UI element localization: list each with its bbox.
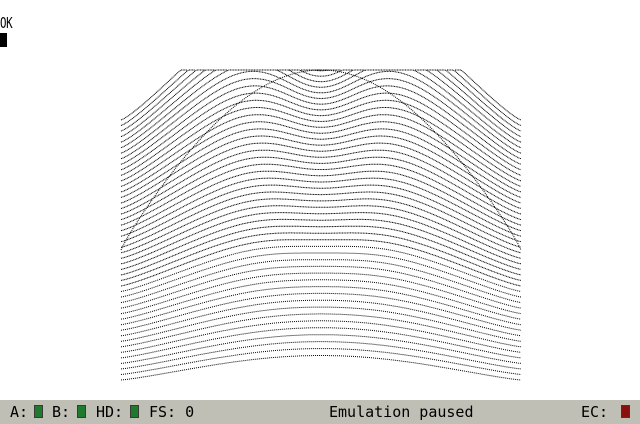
text-cursor: [0, 33, 7, 47]
rec-led-icon: [621, 405, 630, 418]
surface-line: [120, 279, 522, 320]
rec-label: EC:: [581, 403, 609, 421]
surface-line: [120, 265, 522, 309]
surface-plot: [120, 69, 522, 381]
surface-line: [120, 121, 522, 193]
surface-line: [120, 184, 522, 243]
drive-b-led-icon: [77, 405, 86, 418]
surface-line: [120, 327, 522, 359]
surface-line: [120, 149, 522, 215]
surface-line: [120, 135, 522, 204]
surface-line: [120, 320, 522, 353]
basic-ok-prompt: OK: [0, 14, 13, 32]
surface-line: [120, 163, 522, 226]
surface-line: [120, 99, 522, 176]
emulation-status-text: Emulation paused: [329, 403, 474, 421]
drive-b-label: B:: [52, 403, 71, 421]
surface-line: [120, 78, 522, 160]
drive-a-led-icon: [34, 405, 43, 418]
surface-line: [120, 191, 522, 248]
surface-line: [120, 69, 522, 143]
surface-line: [120, 306, 522, 342]
drive-hd-led-icon: [130, 405, 139, 418]
surface-line: [120, 355, 522, 381]
fs-indicator: FS: 0: [149, 403, 195, 421]
surface-line: [120, 107, 522, 182]
drive-hd-label: HD:: [96, 403, 124, 421]
surface-line: [120, 69, 522, 132]
emulator-screen[interactable]: OK: [0, 0, 640, 400]
drive-a-label: A:: [10, 403, 29, 421]
surface-line: [120, 69, 522, 121]
surface-line: [120, 292, 522, 331]
status-bar: A: B: HD: FS: 0 Emulation paused EC:: [0, 400, 640, 424]
surface-line: [120, 69, 522, 126]
surface-line: [120, 85, 522, 165]
surface-line: [120, 299, 522, 337]
surface-line: [120, 225, 522, 276]
surface-line: [120, 286, 522, 326]
